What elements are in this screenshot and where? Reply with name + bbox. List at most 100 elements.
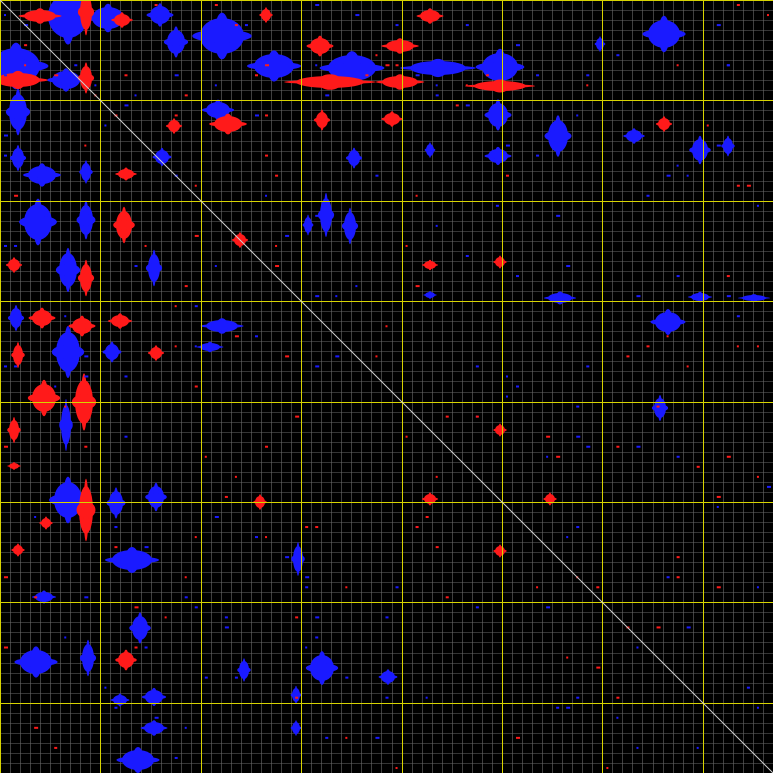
red-speckle [465,84,468,87]
blue-region-fringe [117,693,123,707]
red-region-fringe [498,423,502,437]
red-region-fringe [119,12,125,28]
red-speckle [224,495,228,498]
blue-speckle [385,616,389,619]
red-region-fringe [10,70,26,90]
blue-speckle [736,315,740,318]
red-speckle [616,445,620,448]
blue-speckle [54,385,57,388]
red-speckle [425,516,429,519]
blue-speckle [576,526,580,529]
red-region-fringe [316,35,324,57]
blue-region-fringe [242,658,246,682]
blue-speckle [325,94,330,97]
red-region-fringe [38,307,46,329]
red-speckle [174,305,177,308]
red-region-fringe [395,38,405,54]
red-region-fringe [39,379,49,417]
red-speckle [375,355,378,358]
red-speckle [345,586,348,589]
blue-speckle [14,365,18,368]
red-region-fringe [498,544,502,558]
red-speckle [194,234,199,237]
contact-map-canvas [0,0,773,773]
blue-speckle [14,244,18,247]
blue-speckle [305,576,310,579]
red-speckle [596,666,601,669]
blue-region-fringe [63,326,73,378]
blue-speckle [305,646,308,649]
red-speckle [736,345,739,348]
blue-region-fringe [347,207,353,245]
red-speckle [134,646,138,649]
red-speckle [485,74,489,77]
blue-speckle [315,365,320,368]
blue-speckle [435,94,439,97]
blue-speckle [576,405,580,408]
blue-speckle [104,686,107,689]
blue-region-fringe [63,476,73,524]
blue-speckle [516,44,521,47]
blue-speckle [4,365,8,368]
blue-region-fringe [494,99,502,131]
red-speckle [415,194,418,197]
blue-speckle [556,706,560,709]
blue-region-fringe [296,542,300,576]
blue-region-fringe [696,291,704,303]
blue-speckle [4,134,9,137]
blue-speckle [74,64,78,67]
red-speckle [766,14,769,17]
red-speckle [596,586,600,589]
red-region-fringe [548,492,552,506]
red-region-fringe [16,342,20,368]
blue-speckle [4,74,8,77]
blue-speckle [636,746,639,749]
red-region-fringe [223,113,233,135]
blue-speckle [315,636,319,639]
blue-region-fringe [598,36,602,52]
red-speckle [516,736,521,739]
red-region-fringe [661,116,667,132]
blue-speckle [475,365,479,368]
blue-speckle [676,164,679,167]
red-region-fringe [83,259,89,297]
red-speckle [124,214,128,217]
red-speckle [626,355,630,358]
red-speckle [415,285,420,288]
blue-speckle [114,526,118,529]
blue-speckle [305,586,309,589]
blue-speckle [184,726,187,729]
blue-speckle [194,606,198,609]
red-region-fringe [12,462,16,470]
blue-speckle [505,395,508,398]
blue-speckle [465,24,469,27]
red-region-fringe [83,62,89,94]
blue-speckle [265,194,268,197]
red-speckle [114,546,118,549]
blue-speckle [686,174,689,177]
blue-speckle [355,14,360,17]
red-speckle [24,64,27,67]
blue-speckle [104,24,107,27]
blue-speckle [114,706,118,709]
red-region-fringe [11,257,17,273]
blue-speckle [636,445,641,448]
red-speckle [756,475,759,478]
red-speckle [546,435,551,438]
blue-speckle [666,174,671,177]
red-speckle [234,475,237,478]
red-speckle [405,244,408,247]
blue-region-fringe [109,341,115,363]
blue-speckle [666,576,670,579]
blue-speckle [315,4,320,7]
red-region-fringe [498,255,502,269]
red-speckle [54,746,58,749]
red-speckle [656,626,661,629]
red-speckle [194,184,197,187]
red-speckle [666,335,669,338]
blue-speckle [425,696,428,699]
blue-region-fringe [150,720,158,736]
blue-speckle [44,214,48,217]
blue-speckle [14,104,18,107]
blue-region-fringe [317,651,327,685]
